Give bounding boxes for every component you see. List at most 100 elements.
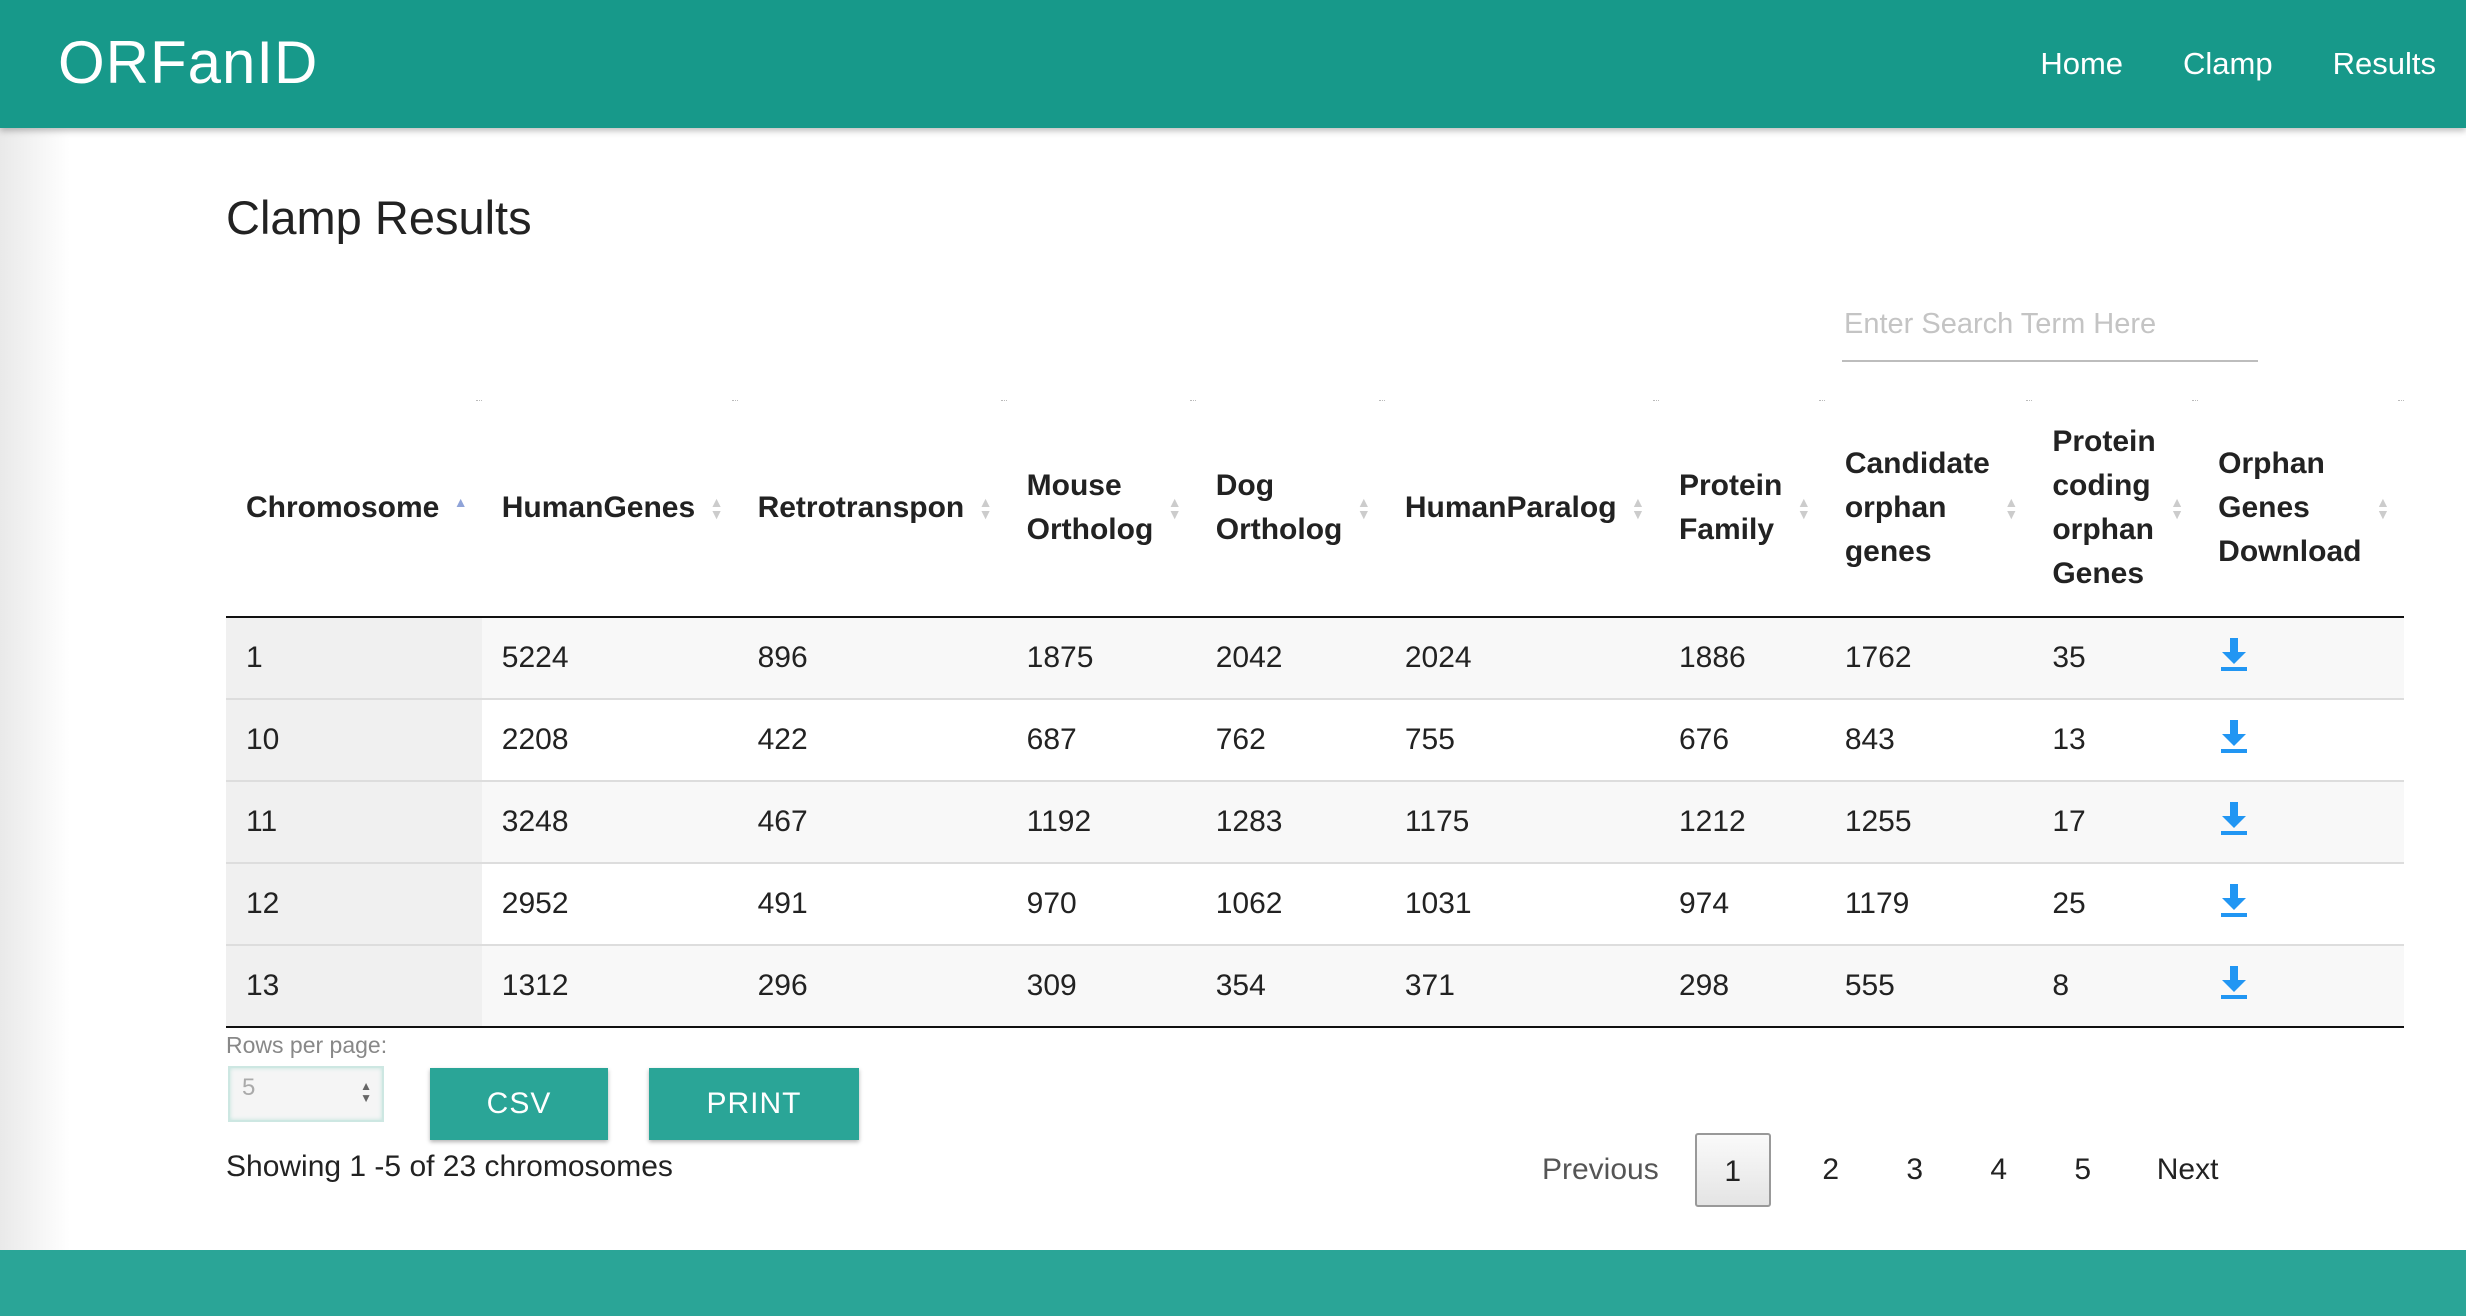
nav-link-clamp[interactable]: Clamp (2183, 46, 2273, 82)
download-icon[interactable] (2218, 882, 2250, 918)
download-icon[interactable] (2218, 718, 2250, 754)
results-table: Chromosome▲▼HumanGenes▲▼Retrotranspon▲▼M… (226, 400, 2404, 1028)
sort-down-icon: ▼ (1630, 506, 1645, 522)
download-icon[interactable] (2218, 636, 2250, 672)
pagination-page-5[interactable]: 5 (2041, 1153, 2125, 1187)
table-cell: 2042 (1195, 617, 1385, 700)
table-cell: 5224 (481, 617, 738, 700)
sort-arrows-icon[interactable]: ▲▼ (454, 495, 470, 520)
column-header-label: Mouse Ortholog (1026, 469, 1154, 546)
page-left-shadow (0, 128, 70, 1252)
table-cell: 1192 (1006, 781, 1196, 864)
download-icon[interactable] (2218, 964, 2250, 1000)
sort-down-icon: ▼ (2170, 506, 2185, 522)
column-header-humangenes[interactable]: HumanGenes ▲ ▼ (481, 400, 738, 618)
nav-link-results[interactable]: Results (2333, 46, 2436, 82)
table-cell: 354 (1195, 945, 1385, 1028)
download-icon[interactable] (2218, 800, 2250, 836)
table-row: 1 5224 896 1875 2042 2024 1886 1762 35 (226, 617, 2404, 700)
column-header-candidate-orphan-genes[interactable]: Candidate orphan genes ▲ ▼ (1824, 400, 2033, 618)
table-cell: 755 (1384, 699, 1659, 782)
table-cell: 309 (1006, 945, 1196, 1028)
table-cell: 467 (737, 781, 1007, 864)
table-cell: 17 (2032, 781, 2199, 864)
csv-button[interactable]: CSV (430, 1068, 608, 1140)
column-header-mouse-ortholog[interactable]: Mouse Ortholog ▲ ▼ (1006, 400, 1196, 618)
table-cell: 1255 (1824, 781, 2033, 864)
table-cell: 8 (2032, 945, 2199, 1028)
table-cell: 13 (2032, 699, 2199, 782)
sort-arrows-icon[interactable]: ▲▼ (1630, 495, 1647, 522)
sort-arrows-icon[interactable]: ▲▼ (2170, 495, 2186, 522)
print-button[interactable]: PRINT (649, 1068, 859, 1140)
column-header-humanparalog[interactable]: HumanParalog ▲ ▼ (1384, 400, 1660, 618)
table-cell: 1062 (1195, 863, 1385, 946)
column-header-label: Protein coding orphan Genes (2052, 425, 2156, 590)
column-header-retrotranspon[interactable]: Retrotranspon ▲ ▼ (737, 400, 1007, 618)
footer-bar (0, 1250, 2466, 1316)
sort-arrows-icon[interactable]: ▲▼ (979, 495, 995, 521)
column-header-dog-ortholog[interactable]: Dog Ortholog ▲ ▼ (1195, 400, 1385, 618)
pagination-page-4[interactable]: 4 (1957, 1153, 2041, 1187)
download-cell (2198, 699, 2404, 782)
sort-down-icon: ▼ (1796, 506, 1811, 522)
sort-arrows-icon[interactable]: ▲▼ (1796, 495, 1813, 522)
sort-down-icon: ▼ (2376, 506, 2390, 522)
column-header-label: Candidate orphan genes (1844, 447, 1990, 568)
table-header-row: Chromosome▲▼HumanGenes▲▼Retrotranspon▲▼M… (226, 400, 2404, 618)
table-cell: 1312 (481, 945, 738, 1028)
download-cell (2198, 781, 2404, 864)
rows-per-page-select[interactable]: 5 ▲ ▼ (228, 1066, 384, 1122)
sort-arrows-icon[interactable]: ▲▼ (1167, 495, 1184, 522)
rows-per-page-value: 5 (242, 1074, 256, 1101)
pagination-page-1[interactable]: 1 (1694, 1133, 1771, 1207)
table-cell: 25 (2032, 863, 2199, 946)
column-header-label: Orphan Genes Download (2218, 447, 2362, 568)
search-input[interactable] (1842, 288, 2258, 362)
nav-link-home[interactable]: Home (2040, 46, 2123, 82)
column-header-label: Chromosome (246, 491, 440, 524)
pagination-page-2[interactable]: 2 (1789, 1153, 1873, 1187)
column-header-orphan-genes-download[interactable]: Orphan Genes Download ▲ ▼ (2198, 400, 2404, 618)
table-cell: 1179 (1824, 863, 2033, 946)
table-cell: 676 (1658, 699, 1825, 782)
table-cell: 13 (226, 945, 482, 1028)
table-cell: 687 (1006, 699, 1196, 782)
sort-down-icon: ▼ (1167, 506, 1182, 522)
sort-arrows-icon[interactable]: ▲▼ (2376, 495, 2392, 522)
column-header-label: Dog Ortholog (1215, 469, 1343, 546)
table-cell: 2024 (1384, 617, 1659, 700)
table-cell: 35 (2032, 617, 2199, 700)
select-arrows-icon: ▲ ▼ (360, 1079, 372, 1105)
column-header-label: Protein Family (1678, 469, 1783, 546)
page-title: Clamp Results (226, 191, 532, 244)
sort-down-icon: ▼ (1356, 506, 1371, 522)
sort-arrows-icon[interactable]: ▲▼ (710, 495, 726, 521)
table-cell: 1875 (1006, 617, 1196, 700)
brand-logo[interactable]: ORFanID (58, 28, 318, 97)
column-header-chromosome[interactable]: Chromosome ▲▼ (226, 400, 482, 618)
pagination-page-3[interactable]: 3 (1873, 1153, 1957, 1187)
column-header-label: HumanParalog (1404, 491, 1617, 524)
table-cell: 970 (1006, 863, 1196, 946)
column-header-label: Retrotranspon (757, 491, 965, 524)
column-header-protein-family[interactable]: Protein Family ▲ ▼ (1658, 400, 1825, 618)
column-header-protein-coding-orphan-genes[interactable]: Protein coding orphan Genes ▲ ▼ (2032, 400, 2199, 618)
sort-down-icon: ▼ (2004, 506, 2019, 522)
table-row: 13 1312 296 309 354 371 298 555 8 (226, 945, 2404, 1028)
pagination-previous[interactable]: Previous (1520, 1153, 1681, 1187)
showing-count-text: Showing 1 -5 of 23 chromosomes (226, 1150, 673, 1183)
table-cell: 371 (1384, 945, 1659, 1028)
sort-arrows-icon[interactable]: ▲▼ (1356, 495, 1373, 522)
table-row: 12 2952 491 970 1062 1031 974 1179 25 (226, 863, 2404, 946)
table-cell: 491 (737, 863, 1007, 946)
table-cell: 2208 (481, 699, 738, 782)
table-cell: 1031 (1384, 863, 1659, 946)
table-cell: 1762 (1824, 617, 2033, 700)
rows-per-page-label: Rows per page: (226, 1032, 388, 1058)
sort-arrows-icon[interactable]: ▲▼ (2004, 495, 2020, 522)
table-cell: 10 (226, 699, 482, 782)
pagination-next[interactable]: Next (2135, 1153, 2241, 1187)
top-navbar: ORFanID Home Clamp Results (0, 0, 2466, 128)
table-cell: 843 (1824, 699, 2033, 782)
